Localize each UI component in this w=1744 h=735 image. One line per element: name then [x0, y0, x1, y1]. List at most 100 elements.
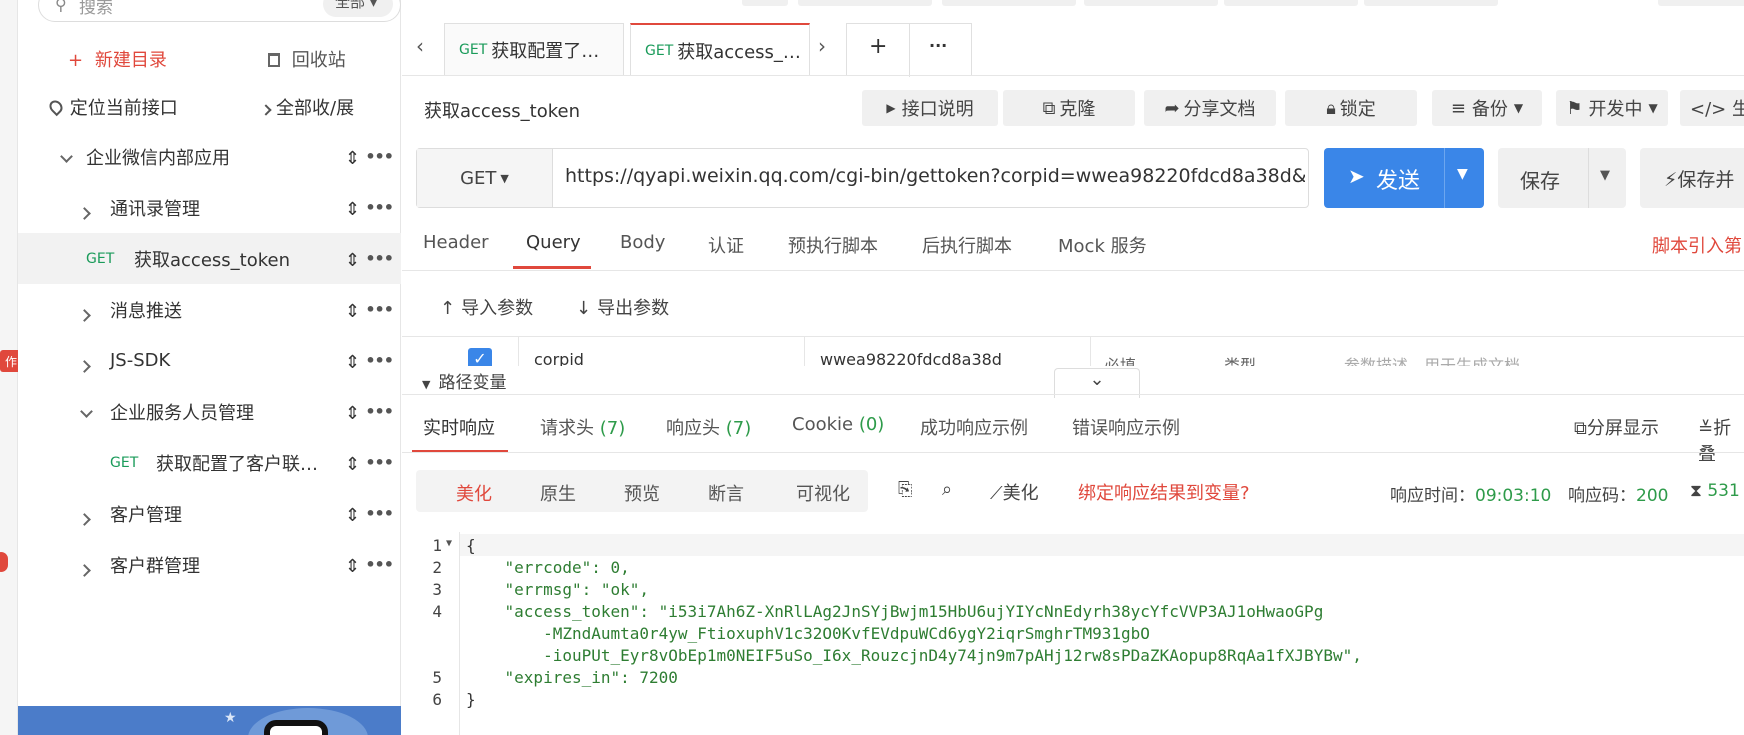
tab-error-example[interactable]: 错误响应示例: [1072, 414, 1180, 440]
tab-scroll-right-icon[interactable]: ›: [818, 34, 826, 58]
copy-icon[interactable]: ⎘: [898, 479, 912, 500]
tree-folder-row[interactable]: 消息推送 ⇕ •••: [18, 284, 401, 335]
toolbar-stub[interactable]: [1224, 0, 1358, 6]
generate-code-button[interactable]: </> 生: [1680, 90, 1744, 126]
sort-icon[interactable]: ⇕: [345, 505, 360, 526]
divider: [909, 24, 910, 77]
recycle-bin-button[interactable]: 回收站: [268, 46, 346, 72]
tab-cookie[interactable]: Cookie (0): [792, 414, 884, 435]
more-icon[interactable]: •••: [365, 402, 394, 421]
split-view-button[interactable]: ⧉分屏显示: [1574, 414, 1659, 440]
toolbar-stub[interactable]: [942, 0, 1076, 6]
tab-body[interactable]: Body: [620, 232, 665, 253]
view-mode-assert[interactable]: 断言: [708, 480, 744, 506]
tab-realtime-response[interactable]: 实时响应: [423, 414, 495, 440]
tree-folder-row[interactable]: JS-SDK ⇕ •••: [18, 335, 401, 386]
import-params-button[interactable]: ↑ 导入参数: [440, 294, 533, 320]
method-select[interactable]: GET ▼: [417, 149, 553, 207]
tree-folder-row[interactable]: 企业服务人员管理 ⇕ •••: [18, 386, 401, 437]
required-select[interactable]: 必填 ⌄: [1104, 352, 1189, 366]
collapse-button[interactable]: ≚折叠: [1698, 414, 1744, 466]
tab-query[interactable]: Query: [526, 232, 581, 253]
tab-pre-script[interactable]: 预执行脚本: [788, 232, 878, 258]
tree-folder-row[interactable]: 通讯录管理 ⇕ •••: [18, 182, 401, 233]
request-title[interactable]: 获取access_token: [424, 97, 580, 123]
sort-icon[interactable]: ⇕: [345, 556, 360, 577]
tab-request-active[interactable]: GET 获取access_…: [630, 23, 810, 76]
search-icon[interactable]: ⌕: [942, 479, 952, 500]
view-mode-visualize[interactable]: 可视化: [796, 480, 850, 506]
more-icon[interactable]: •••: [365, 300, 394, 319]
backup-dropdown[interactable]: ≡ 备份 ▼: [1432, 90, 1542, 126]
lock-button[interactable]: 🔒︎ 锁定: [1285, 90, 1417, 126]
param-name-input[interactable]: corpid: [534, 350, 584, 366]
tree-folder-row[interactable]: 企业微信内部应用 ⇕ •••: [18, 131, 401, 182]
filter-select[interactable]: 全部 ▾: [323, 0, 393, 17]
api-doc-button[interactable]: ▶ 接口说明: [862, 90, 998, 126]
export-params-button[interactable]: ↓ 导出参数: [576, 294, 669, 320]
tree-folder-row[interactable]: 客户群管理 ⇕ •••: [18, 539, 401, 590]
tab-success-example[interactable]: 成功响应示例: [920, 414, 1028, 440]
tab-response-headers[interactable]: 响应头 (7): [666, 414, 751, 440]
more-icon[interactable]: •••: [365, 351, 394, 370]
save-dropdown-icon[interactable]: ▼: [1600, 168, 1610, 183]
script-import-link[interactable]: 脚本引入第: [1652, 232, 1742, 258]
beautify-button[interactable]: ⟋美化: [990, 479, 1039, 505]
view-mode-beautify[interactable]: 美化: [456, 480, 492, 506]
type-select[interactable]: 类型 ⌄: [1224, 352, 1309, 366]
more-icon[interactable]: •••: [365, 249, 394, 268]
param-checkbox[interactable]: ✓: [468, 348, 492, 366]
add-tab-button[interactable]: +: [869, 34, 887, 59]
fold-caret-icon[interactable]: ▼: [446, 538, 452, 549]
param-value-input[interactable]: wwea98220fdcd8a38d: [820, 350, 1002, 366]
send-dropdown-icon[interactable]: ▼: [1457, 166, 1468, 182]
clone-button[interactable]: ⧉ 克隆: [1003, 90, 1135, 126]
tab-request-headers[interactable]: 请求头 (7): [540, 414, 625, 440]
toolbar-stub[interactable]: [1658, 0, 1744, 6]
save-button[interactable]: 保存 ▼: [1498, 148, 1626, 208]
expand-all-button[interactable]: 全部收/展: [260, 94, 354, 120]
locate-current-button[interactable]: 定位当前接口: [46, 94, 178, 120]
tab-header[interactable]: Header: [423, 232, 489, 253]
url-input[interactable]: https://qyapi.weixin.qq.com/cgi-bin/gett…: [565, 165, 1305, 187]
response-body-editor[interactable]: 1 ▼ { 2 "errcode": 0, 3 "errmsg": "ok", …: [402, 532, 1744, 735]
tab-post-script[interactable]: 后执行脚本: [922, 232, 1012, 258]
bind-response-link[interactable]: 绑定响应结果到变量?: [1078, 479, 1250, 505]
send-button[interactable]: ➤ 发送 ▼: [1324, 148, 1484, 208]
tree-endpoint-row[interactable]: GET 获取配置了客户联… ⇕ •••: [18, 437, 401, 488]
tab-auth[interactable]: 认证: [708, 232, 744, 258]
share-doc-button[interactable]: ➦ 分享文档: [1144, 90, 1276, 126]
sort-icon[interactable]: ⇕: [345, 352, 360, 373]
toolbar-stub[interactable]: [798, 0, 932, 6]
sort-icon[interactable]: ⇕: [345, 403, 360, 424]
view-mode-preview[interactable]: 预览: [624, 480, 660, 506]
tree-folder-row[interactable]: 客户管理 ⇕ •••: [18, 488, 401, 539]
tree-endpoint-row-active[interactable]: GET 获取access_token ⇕ •••: [18, 233, 401, 284]
more-icon[interactable]: •••: [365, 198, 394, 217]
save-and-run-button[interactable]: ⚡︎保存并: [1640, 148, 1744, 208]
sort-icon[interactable]: ⇕: [345, 301, 360, 322]
toolbar-stub[interactable]: [1364, 0, 1498, 6]
more-icon[interactable]: •••: [365, 504, 394, 523]
status-dropdown[interactable]: ⚑ 开发中 ▼: [1556, 90, 1668, 126]
search-box[interactable]: ⚲ 搜索 全部 ▾: [38, 0, 401, 22]
more-icon[interactable]: •••: [365, 555, 394, 574]
path-vars-toggle[interactable]: ▼ 路径变量: [422, 368, 506, 393]
sort-icon[interactable]: ⇕: [345, 250, 360, 271]
sort-icon[interactable]: ⇕: [345, 454, 360, 475]
more-icon[interactable]: •••: [365, 453, 394, 472]
new-folder-button[interactable]: + 新建目录: [68, 46, 167, 72]
tab-request[interactable]: GET 获取配置了…: [444, 23, 624, 76]
more-tabs-button[interactable]: ···: [929, 36, 947, 55]
param-desc-input[interactable]: 参数描述，用于生成文档: [1344, 352, 1520, 366]
view-mode-raw[interactable]: 原生: [540, 480, 576, 506]
promo-banner[interactable]: ★: [18, 706, 401, 735]
sort-icon[interactable]: ⇕: [345, 199, 360, 220]
toolbar-stub[interactable]: [742, 0, 788, 6]
sort-icon[interactable]: ⇕: [345, 148, 360, 169]
toolbar-stub[interactable]: [1084, 0, 1218, 6]
tab-mock[interactable]: Mock 服务: [1058, 232, 1147, 258]
tab-scroll-left-icon[interactable]: ‹: [416, 34, 424, 58]
search-input[interactable]: 搜索: [79, 0, 113, 18]
more-icon[interactable]: •••: [365, 147, 394, 166]
